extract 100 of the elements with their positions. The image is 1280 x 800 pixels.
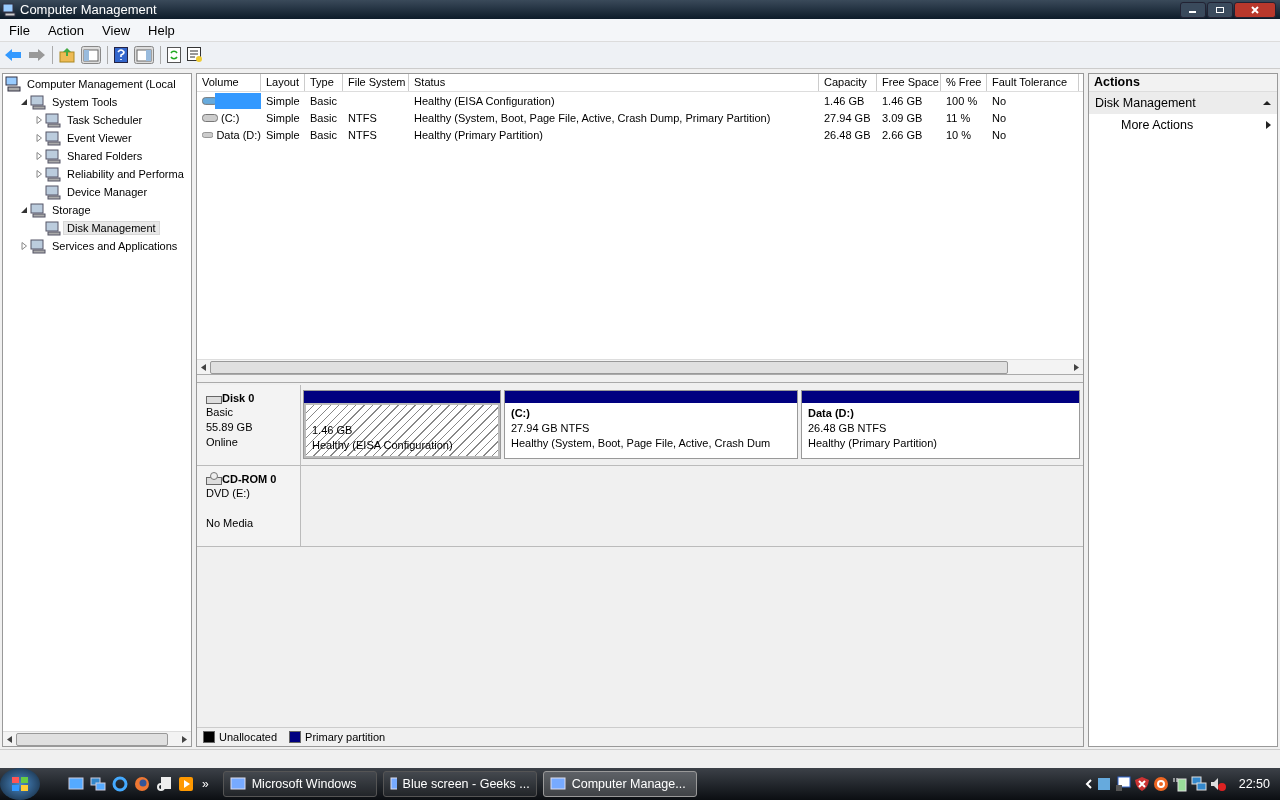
tree-item[interactable]: Services and Applications — [48, 239, 182, 253]
play-icon[interactable] — [178, 776, 194, 792]
column-header[interactable]: Free Space — [877, 74, 941, 91]
scroll-right-icon[interactable] — [1074, 363, 1079, 371]
table-cell: No — [992, 128, 1007, 141]
column-header[interactable]: File System — [343, 74, 409, 91]
collapsed-arrow-icon[interactable] — [20, 242, 28, 250]
collapsed-arrow-icon[interactable] — [35, 152, 43, 160]
maximize-button[interactable] — [1207, 1, 1233, 18]
start-button[interactable] — [0, 768, 40, 800]
partition-status: Healthy (System, Boot, Page File, Active, Crash Dum — [511, 436, 772, 451]
column-header[interactable]: Volume — [197, 74, 261, 91]
network-icon[interactable] — [1190, 776, 1207, 792]
desktop-icon[interactable] — [68, 777, 84, 791]
tree-item[interactable]: Storage — [48, 203, 95, 217]
computer-icon — [5, 76, 21, 92]
minimize-button[interactable] — [1180, 1, 1206, 18]
collapse-arrow-icon[interactable] — [1263, 100, 1271, 106]
collapsed-arrow-icon[interactable] — [35, 134, 43, 142]
muted-speaker-icon[interactable] — [1209, 776, 1226, 792]
table-cell: 27.94 GB — [824, 111, 871, 124]
action-item[interactable]: More Actions — [1089, 114, 1277, 136]
menu-item[interactable]: File — [0, 22, 39, 38]
table-cell: Healthy (EISA Configuration) — [414, 94, 555, 107]
table-cell: 2.66 GB — [882, 128, 923, 141]
partition-block[interactable]: (C:) 27.94 GB NTFS Healthy (System, Boot, Page File, Active, Crash Dum — [504, 390, 798, 459]
collapsed-arrow-icon[interactable] — [35, 170, 43, 178]
column-header[interactable]: % Free — [941, 74, 987, 91]
partition-block[interactable]: Data (D:) 26.48 GB NTFS Healthy (Primary Partition) — [801, 390, 1080, 459]
console-tree-icon[interactable] — [81, 46, 101, 64]
disk-detail: Basic — [206, 405, 234, 420]
ring-icon[interactable] — [1152, 776, 1169, 792]
window-title: Computer Management — [20, 2, 157, 17]
table-cell: Simple — [266, 128, 300, 141]
tree-item[interactable]: Task Scheduler — [63, 113, 147, 127]
expanded-arrow-icon[interactable] — [20, 98, 28, 106]
partition-status: Healthy (EISA Configuration) — [312, 438, 454, 453]
tray-app-icon[interactable] — [1095, 776, 1112, 792]
table-cell: (C:) — [221, 111, 240, 124]
tree-item[interactable]: Shared Folders — [63, 149, 147, 163]
tree-item[interactable]: Computer Management (Local — [23, 77, 180, 91]
disk-detail: Online — [206, 435, 239, 450]
scroll-left-icon[interactable] — [7, 735, 12, 743]
table-cell: Healthy (System, Boot, Page File, Active, Crash Dump, Primary Partition) — [414, 111, 771, 124]
table-cell: 1.46 GB — [824, 94, 865, 107]
partition-size: 1.46 GB — [312, 423, 354, 438]
action-section[interactable]: Disk Management — [1089, 92, 1277, 114]
properties-icon[interactable] — [187, 47, 203, 63]
table-cell: 3.09 GB — [882, 111, 923, 124]
taskbar-button[interactable]: Blue screen - Geeks ... — [382, 771, 537, 797]
more-button[interactable]: » — [202, 777, 209, 791]
menu-item[interactable]: View — [93, 22, 140, 38]
menu-item[interactable]: Action — [38, 22, 94, 38]
close-icon — [1250, 5, 1260, 14]
horizontal-scrollbar[interactable] — [197, 359, 1083, 374]
menu-item[interactable]: Help — [139, 22, 184, 38]
actions-header: Actions — [1089, 74, 1277, 92]
column-header[interactable]: Fault Tolerance — [987, 74, 1079, 91]
table-cell: Simple — [266, 94, 300, 107]
column-header[interactable]: Status — [409, 74, 819, 91]
tree-item[interactable]: Reliability and Performa — [63, 167, 188, 181]
column-header[interactable]: Layout — [261, 74, 305, 91]
legend-label: Primary partition — [305, 731, 386, 743]
partition-block[interactable]: 1.46 GB Healthy (EISA Configuration) — [303, 390, 501, 459]
disk-detail: 55.89 GB — [206, 420, 254, 435]
column-header[interactable]: Type — [305, 74, 343, 91]
table-cell: 1.46 GB — [882, 94, 923, 107]
partition-name: Data (D:) — [808, 406, 855, 421]
scroll-right-icon[interactable] — [182, 735, 187, 743]
tree-item[interactable]: Disk Management — [63, 221, 160, 235]
disk-name: CD-ROM 0 — [222, 473, 277, 485]
tree-item[interactable]: System Tools — [48, 95, 122, 109]
table-cell: Basic — [310, 94, 337, 107]
collapsed-arrow-icon[interactable] — [35, 116, 43, 124]
action-pane-icon[interactable] — [134, 46, 154, 64]
column-header[interactable]: Capacity — [819, 74, 877, 91]
taskbar-button[interactable]: Microsoft Windows — [222, 771, 377, 797]
window-lock-icon[interactable] — [1114, 776, 1131, 792]
disk-detail: DVD (E:) — [206, 486, 251, 501]
scroll-left-icon[interactable] — [201, 363, 206, 371]
folder-up-icon[interactable] — [59, 47, 75, 63]
shield-icon[interactable] — [1133, 776, 1150, 792]
windows-switch-icon[interactable] — [90, 777, 106, 791]
table-cell: Basic — [310, 111, 337, 124]
computer-icon — [2, 2, 16, 17]
partition-size: 27.94 GB NTFS — [511, 421, 591, 436]
table-cell: Healthy (Primary Partition) — [414, 128, 543, 141]
help-icon[interactable] — [114, 47, 128, 63]
chevron-left-icon[interactable] — [1084, 779, 1093, 789]
tree-item[interactable]: Event Viewer — [63, 131, 136, 145]
disk-detail: No Media — [206, 516, 255, 531]
back-arrow-icon[interactable] — [4, 48, 22, 62]
clock[interactable]: 22:50 — [1238, 777, 1270, 791]
taskbar-button[interactable]: Computer Manage... — [542, 771, 697, 797]
refresh-icon[interactable] — [167, 47, 181, 63]
tree-item[interactable]: Device Manager — [63, 185, 152, 199]
table-cell: NTFS — [348, 111, 377, 124]
close-button[interactable] — [1234, 1, 1276, 18]
expanded-arrow-icon[interactable] — [20, 206, 28, 214]
horizontal-scrollbar[interactable] — [3, 731, 191, 746]
